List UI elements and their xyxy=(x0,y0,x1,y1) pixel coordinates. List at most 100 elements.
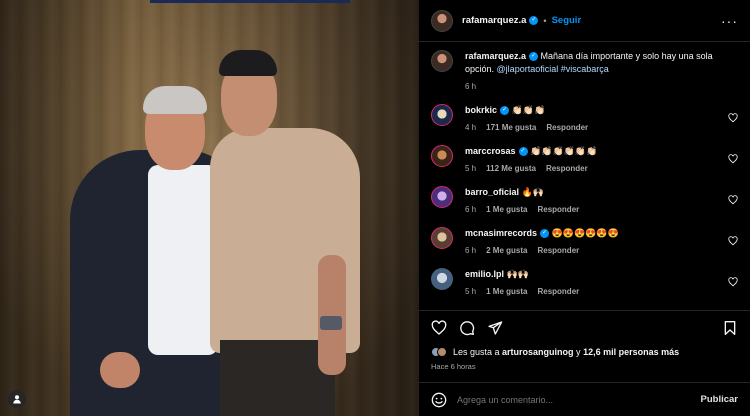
comment-like-heart-icon[interactable] xyxy=(728,113,738,123)
comment-text: 🙌🏻🙌🏻 xyxy=(506,269,529,279)
add-comment-bar: Publicar xyxy=(419,382,750,416)
verified-badge-icon: ✓ xyxy=(529,16,539,25)
caption: rafamarquez.a ✓ Mañana día importante y s… xyxy=(431,50,738,91)
left-man-hand xyxy=(100,352,140,388)
comment-avatar[interactable] xyxy=(431,104,453,126)
verified-badge-icon: ✓ xyxy=(529,52,539,62)
comment-time: 5 h xyxy=(465,164,477,173)
comment-time: 4 h xyxy=(465,123,477,132)
comment-likes[interactable]: 2 Me gusta xyxy=(486,246,527,255)
comment-text: 🔥🙌🏻 xyxy=(521,187,544,197)
caption-text-block: rafamarquez.a ✓ Mañana día importante y s… xyxy=(465,50,720,76)
right-man-arm xyxy=(318,255,346,375)
comment-time: 6 h xyxy=(465,246,477,255)
comment-meta: 4 h 171 Me gusta Responder xyxy=(465,123,720,132)
left-man-shirt xyxy=(148,165,218,355)
comment-username[interactable]: bokrkic xyxy=(465,105,497,115)
posted-time: Hace 6 horas xyxy=(431,362,476,371)
likes-user[interactable]: arturosanguinog xyxy=(502,347,574,357)
liker-avatar xyxy=(437,347,447,357)
comment-username[interactable]: marccrosas xyxy=(465,146,516,156)
comment-like-heart-icon[interactable] xyxy=(728,195,738,205)
comment-bubble-icon[interactable] xyxy=(459,320,475,336)
comment-like-heart-icon[interactable] xyxy=(728,154,738,164)
comment-row: mcnasimrecords ✓ 😍😍😍😍😍😍 6 h 2 Me gusta Re… xyxy=(431,227,738,255)
comment-likes[interactable]: 171 Me gusta xyxy=(486,123,536,132)
comment-row: marccrosas ✓ 👏🏻👏🏻👏🏻👏🏻👏🏻👏🏻 5 h 112 Me gust… xyxy=(431,145,738,173)
comment-avatar[interactable] xyxy=(431,268,453,290)
caption-avatar[interactable] xyxy=(431,50,453,72)
comment-likes[interactable]: 1 Me gusta xyxy=(486,287,527,296)
likes-middle: y xyxy=(573,347,584,357)
post-dialog: rafamarquez.a ✓ • Seguir ··· rafamarquez… xyxy=(0,0,750,416)
emoji-smiley-icon[interactable] xyxy=(431,392,447,408)
comment-reply-button[interactable]: Responder xyxy=(546,123,588,132)
comment-reply-button[interactable]: Responder xyxy=(537,205,579,214)
more-options-icon[interactable]: ··· xyxy=(721,13,738,29)
comment-text: 👏🏻👏🏻👏🏻👏🏻👏🏻👏🏻 xyxy=(530,146,598,156)
like-heart-icon[interactable] xyxy=(431,319,447,336)
comments-list[interactable]: rafamarquez.a ✓ Mañana día importante y s… xyxy=(419,42,750,310)
post-photo[interactable] xyxy=(0,0,418,416)
tagged-people-button[interactable] xyxy=(8,390,26,408)
comment-text-block: marccrosas ✓ 👏🏻👏🏻👏🏻👏🏻👏🏻👏🏻 xyxy=(465,145,720,158)
post-header: rafamarquez.a ✓ • Seguir ··· xyxy=(419,0,750,42)
comment-body: barro_oficial 🔥🙌🏻 6 h 1 Me gusta Respond… xyxy=(465,186,738,214)
comment-row: barro_oficial 🔥🙌🏻 6 h 1 Me gusta Respond… xyxy=(431,186,738,214)
comment-username[interactable]: mcnasimrecords xyxy=(465,228,537,238)
follow-button[interactable]: Seguir xyxy=(552,15,582,26)
right-man-cap xyxy=(219,50,277,76)
comment-text-block: mcnasimrecords ✓ 😍😍😍😍😍😍 xyxy=(465,227,720,240)
comment-like-heart-icon[interactable] xyxy=(728,277,738,287)
caption-meta: 6 h xyxy=(465,82,720,91)
comment-body: emilio.lpl 🙌🏻🙌🏻 5 h 1 Me gusta Responder xyxy=(465,268,738,296)
comment-avatar[interactable] xyxy=(431,227,453,249)
post-side-panel: rafamarquez.a ✓ • Seguir ··· rafamarquez… xyxy=(418,0,750,416)
author-username[interactable]: rafamarquez.a xyxy=(462,15,526,26)
comment-username[interactable]: barro_oficial xyxy=(465,187,519,197)
likes-prefix: Les gusta a xyxy=(453,347,503,357)
author-avatar[interactable] xyxy=(431,9,453,32)
caption-hashtag-link[interactable]: #viscabarça xyxy=(561,64,609,74)
comment-username[interactable]: emilio.lpl xyxy=(465,269,504,279)
comment-body: mcnasimrecords ✓ 😍😍😍😍😍😍 6 h 2 Me gusta Re… xyxy=(465,227,738,255)
publish-button[interactable]: Publicar xyxy=(701,394,739,405)
likes-count[interactable]: 12,6 mil personas más xyxy=(583,347,679,357)
comment-input[interactable] xyxy=(457,394,701,405)
comment-row: bokrkic ✓ 👏🏻👏🏻👏🏻 4 h 171 Me gusta Respond… xyxy=(431,104,738,132)
comment-reply-button[interactable]: Responder xyxy=(537,287,579,296)
photo-top-edge xyxy=(150,0,350,3)
comment-avatar[interactable] xyxy=(431,186,453,208)
likes-summary-text: Les gusta a arturosanguinog y 12,6 mil p… xyxy=(453,347,679,357)
verified-badge-icon: ✓ xyxy=(518,147,528,157)
caption-body: rafamarquez.a ✓ Mañana día importante y s… xyxy=(465,50,738,91)
comment-text: 😍😍😍😍😍😍 xyxy=(551,228,619,238)
comment-meta: 5 h 112 Me gusta Responder xyxy=(465,164,720,173)
comment-like-heart-icon[interactable] xyxy=(728,236,738,246)
verified-badge-icon: ✓ xyxy=(540,229,550,239)
comment-body: bokrkic ✓ 👏🏻👏🏻👏🏻 4 h 171 Me gusta Respond… xyxy=(465,104,738,132)
header-separator: • xyxy=(543,15,547,26)
comment-body: marccrosas ✓ 👏🏻👏🏻👏🏻👏🏻👏🏻👏🏻 5 h 112 Me gust… xyxy=(465,145,738,173)
likes-summary[interactable]: Les gusta a arturosanguinog y 12,6 mil p… xyxy=(419,344,750,360)
user-tag-icon xyxy=(13,395,21,404)
comment-likes[interactable]: 1 Me gusta xyxy=(486,205,527,214)
comment-meta: 6 h 2 Me gusta Responder xyxy=(465,246,720,255)
comment-text: 👏🏻👏🏻👏🏻 xyxy=(511,105,546,115)
caption-username[interactable]: rafamarquez.a xyxy=(465,51,526,61)
comment-reply-button[interactable]: Responder xyxy=(537,246,579,255)
comment-text-block: barro_oficial 🔥🙌🏻 xyxy=(465,186,720,199)
verified-badge-icon: ✓ xyxy=(500,106,510,116)
comment-text-block: emilio.lpl 🙌🏻🙌🏻 xyxy=(465,268,720,281)
comment-reply-button[interactable]: Responder xyxy=(546,164,588,173)
comment-row: emilio.lpl 🙌🏻🙌🏻 5 h 1 Me gusta Responder xyxy=(431,268,738,296)
comment-meta: 6 h 1 Me gusta Responder xyxy=(465,205,720,214)
caption-time: 6 h xyxy=(465,82,477,91)
share-send-icon[interactable] xyxy=(487,320,503,336)
caption-mention-link[interactable]: @jlaportaoficial xyxy=(497,64,559,74)
comment-avatar[interactable] xyxy=(431,145,453,167)
comment-time: 6 h xyxy=(465,205,477,214)
comment-likes[interactable]: 112 Me gusta xyxy=(486,164,536,173)
left-man-hair xyxy=(143,86,207,114)
bookmark-save-icon[interactable] xyxy=(722,320,738,336)
